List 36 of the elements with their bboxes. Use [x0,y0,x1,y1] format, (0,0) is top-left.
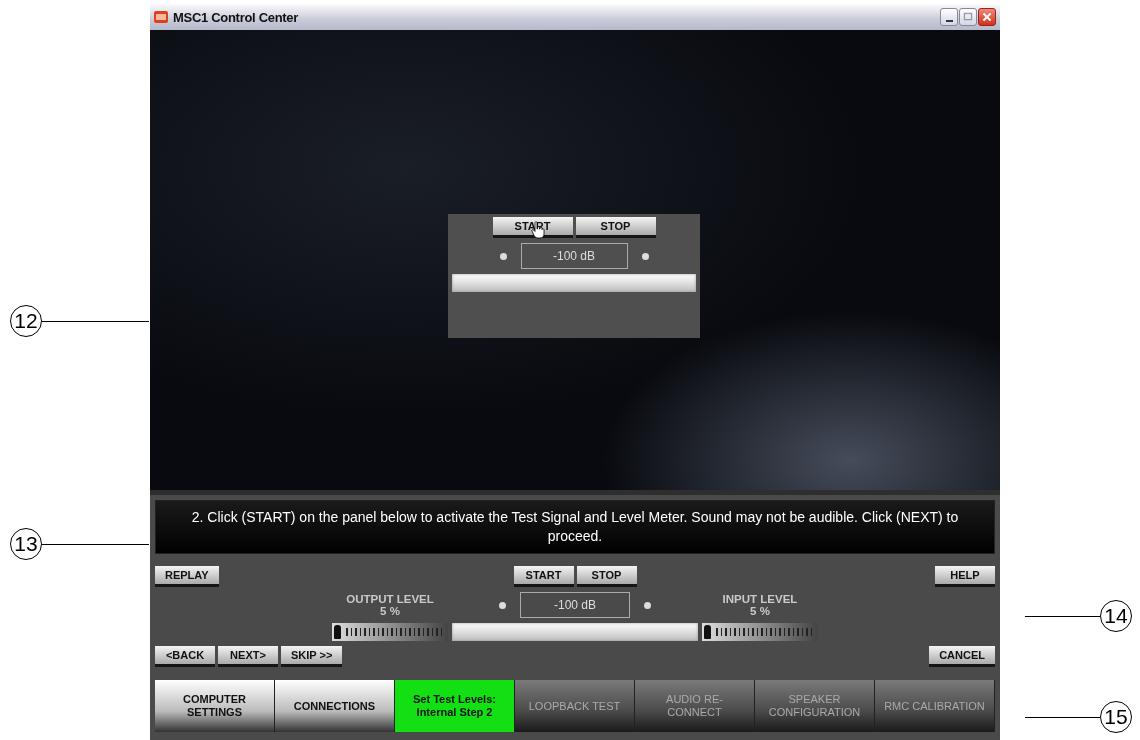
window-title: MSC1 Control Center [173,9,299,25]
callout-number: 15 [1100,701,1132,733]
input-level-value: 5 % [750,605,770,617]
input-level-label: INPUT LEVEL [722,593,798,605]
replay-button[interactable]: REPLAY [155,566,219,587]
step-tab[interactable]: Set Test Levels: Internal Step 2 [395,680,515,732]
help-button[interactable]: HELP [935,566,995,587]
app-icon [154,11,168,23]
nav-button[interactable]: SKIP >> [281,646,343,667]
instruction-text: 2. Click (START) on the panel below to activate the Test Signal and Level Meter. Sound may not be audible. Click (NEXT) to proceed. [155,500,995,554]
panel-button[interactable]: STOP [575,217,656,238]
start-button[interactable]: START [513,566,574,587]
indicator-light [499,601,506,609]
output-level-label: OUTPUT LEVEL [346,593,434,605]
db-readout: -100 dB [520,592,630,618]
callout-number: 13 [10,528,42,560]
step-tab[interactable]: CONNECTIONS [275,680,395,732]
stop-button[interactable]: STOP [576,566,637,587]
slider-thumb[interactable] [703,625,711,639]
minimize-icon [946,20,953,22]
indicator-light [644,601,651,609]
close-button[interactable] [978,8,996,26]
indicator-light [641,252,649,260]
nav-button[interactable]: <BACK [155,646,215,667]
output-level-value: 5 % [380,605,400,617]
indicator-light [499,252,507,260]
level-slider[interactable] [702,623,818,641]
minimize-button[interactable] [940,8,958,26]
step-tab[interactable]: COMPUTER SETTINGS [155,680,275,732]
slider-thumb[interactable] [333,625,341,639]
callout-number: 12 [10,305,42,337]
callout-number: 14 [1100,600,1132,632]
level-slider[interactable] [332,623,448,641]
cancel-button[interactable]: CANCEL [929,646,995,667]
db-readout: -100 dB [520,243,628,269]
nav-button[interactable]: NEXT> [218,646,278,667]
